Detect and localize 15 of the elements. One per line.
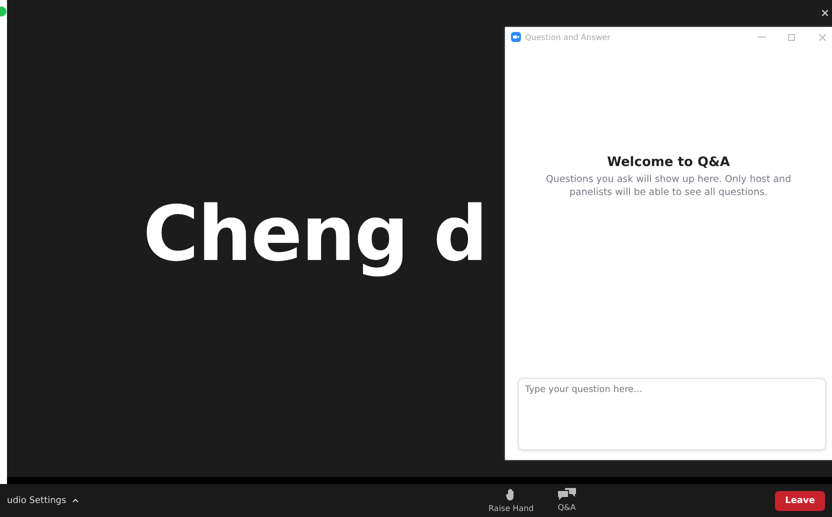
window-title: Question and Answer [525,32,612,42]
participant-name: Cheng d [143,189,487,278]
raise-hand-button[interactable]: Raise Hand [488,488,534,513]
qa-button[interactable]: Q&A [558,488,576,513]
welcome-message: Questions you ask will show up here. Only host and panelists will be able to see all questions. [544,173,792,199]
audio-settings-button[interactable]: udio Settings [7,496,80,506]
caret-icon [72,498,80,503]
chat-bubbles-icon [558,488,576,500]
maximize-icon[interactable] [788,34,795,40]
close-icon[interactable] [822,10,828,16]
hand-icon [506,488,516,501]
camera-icon [511,32,521,42]
leave-button[interactable]: Leave [775,490,825,510]
welcome-heading: Welcome to Q&A [607,155,730,170]
question-input[interactable]: Type your question here... [518,378,826,450]
